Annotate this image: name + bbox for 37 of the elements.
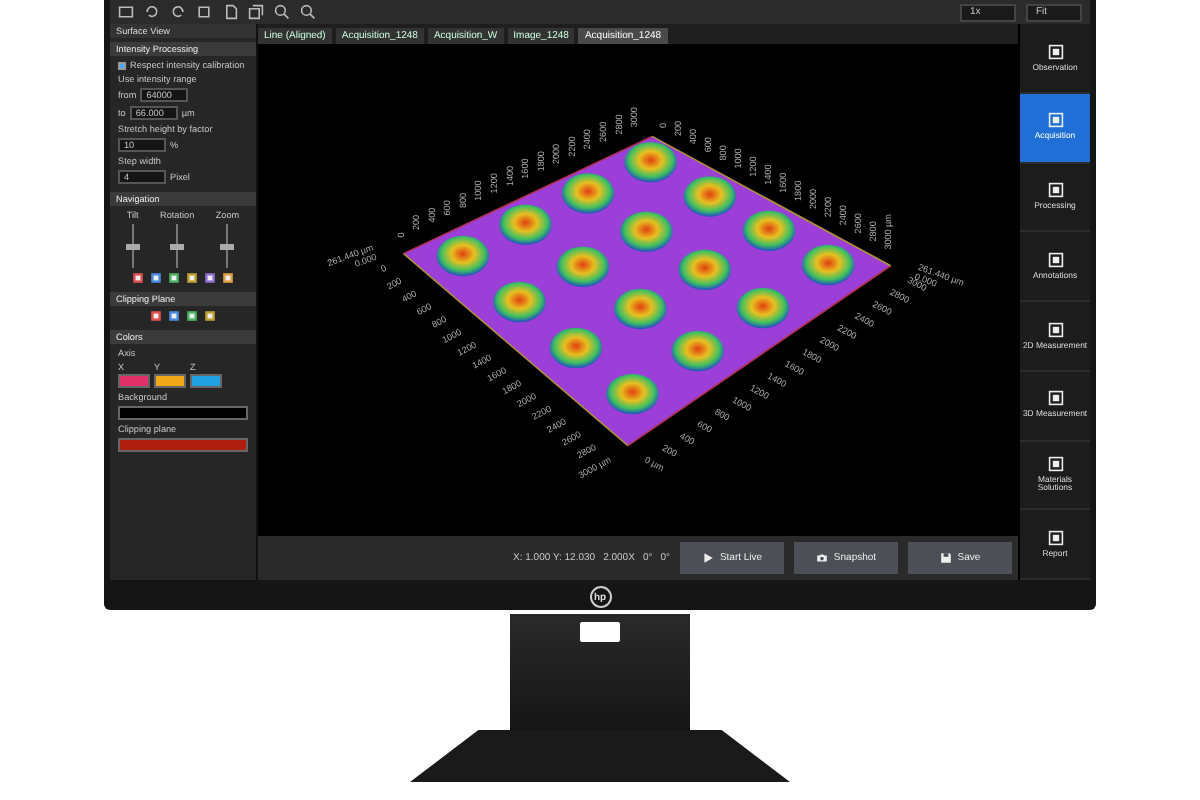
play-icon <box>701 552 714 564</box>
color-dropdown[interactable] <box>118 406 248 420</box>
view-icon[interactable] <box>168 272 180 284</box>
color-dropdown[interactable] <box>118 438 248 452</box>
view-icon[interactable] <box>186 310 198 322</box>
rail-icon <box>1047 251 1063 268</box>
redo-icon[interactable] <box>170 4 186 20</box>
undo-icon[interactable] <box>144 4 160 20</box>
view-icon[interactable] <box>222 272 234 284</box>
slider-thumb[interactable] <box>125 243 140 249</box>
slider-thumb[interactable] <box>170 243 185 249</box>
color-swatch[interactable] <box>118 374 150 388</box>
zoom-out-icon[interactable] <box>274 4 290 20</box>
rail-icon <box>1047 182 1063 199</box>
color-swatch[interactable] <box>190 374 222 388</box>
view-icon[interactable] <box>204 310 216 322</box>
zoom-in-icon[interactable] <box>300 4 316 20</box>
rail-icon <box>1047 390 1063 407</box>
frame-icon[interactable] <box>118 4 134 20</box>
view-icon[interactable] <box>168 310 180 322</box>
slider-thumb[interactable] <box>220 243 235 249</box>
view-icon[interactable] <box>186 272 198 284</box>
copy-icon[interactable] <box>248 4 264 20</box>
rail-icon <box>1047 321 1063 338</box>
camera-icon <box>815 552 828 564</box>
rail-icon <box>1047 529 1063 546</box>
square-icon[interactable] <box>196 4 212 20</box>
rail-icon <box>1047 43 1063 60</box>
view-icon[interactable] <box>150 310 162 322</box>
rail-icon <box>1047 112 1063 129</box>
view-icon[interactable] <box>204 272 216 284</box>
view-icon[interactable] <box>132 272 144 284</box>
view-icon[interactable] <box>150 272 162 284</box>
document-icon[interactable] <box>222 4 238 20</box>
color-swatch[interactable] <box>154 374 186 388</box>
checkbox[interactable] <box>118 61 126 69</box>
rail-icon <box>1047 455 1063 472</box>
